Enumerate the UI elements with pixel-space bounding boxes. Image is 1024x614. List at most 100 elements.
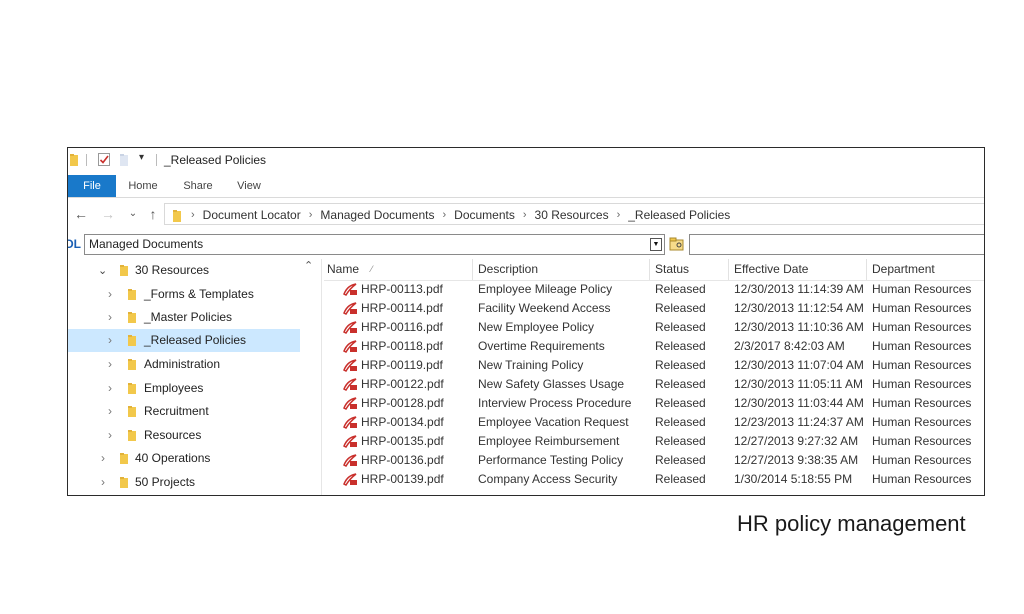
chevron-right-icon[interactable]: › <box>617 209 621 221</box>
search-input[interactable] <box>689 234 984 255</box>
table-row[interactable]: HRP-00128.pdf Interview Process Procedur… <box>324 394 984 413</box>
tab-share[interactable]: Share <box>178 175 218 197</box>
table-row[interactable]: HRP-00114.pdf Facility Weekend Access Re… <box>324 299 984 318</box>
table-row[interactable]: HRP-00135.pdf Employee Reimbursement Rel… <box>324 432 984 451</box>
tree-item-40-operations[interactable]: › 40 Operations <box>68 447 300 470</box>
cell-name: HRP-00113.pdf <box>361 282 443 296</box>
chevron-right-icon[interactable]: › <box>108 381 112 395</box>
navigation-pane-scrollbar[interactable]: ⌃ <box>301 259 319 495</box>
cell-description: New Employee Policy <box>478 320 595 334</box>
chevron-right-icon[interactable]: › <box>108 310 112 324</box>
pane-splitter[interactable] <box>321 259 322 495</box>
address-bar[interactable]: › Document Locator › Managed Documents ›… <box>164 203 984 225</box>
tree-item-administration[interactable]: › Administration <box>68 353 300 376</box>
breadcrumb-released-policies[interactable]: _Released Policies <box>628 208 730 222</box>
cell-department: Human Resources <box>872 301 972 315</box>
tree-item-recruitment[interactable]: › Recruitment <box>68 400 300 423</box>
tree-item-50-projects[interactable]: › 50 Projects <box>68 471 300 494</box>
cell-department: Human Resources <box>872 320 972 334</box>
forward-arrow-icon[interactable]: → <box>99 206 117 222</box>
chevron-right-icon[interactable]: › <box>108 428 112 442</box>
chevron-down-icon[interactable]: ⌄ <box>98 264 107 277</box>
tree-item-released-policies[interactable]: › _Released Policies <box>68 329 300 352</box>
tab-view[interactable]: View <box>232 175 266 197</box>
chevron-right-icon[interactable]: › <box>108 357 112 371</box>
cell-status: Released <box>655 472 706 486</box>
scroll-up-icon[interactable]: ⌃ <box>304 259 313 272</box>
tree-item-label: _Master Policies <box>144 310 233 324</box>
chevron-right-icon[interactable]: › <box>309 209 313 221</box>
cell-effective-date: 12/27/2013 9:27:32 AM <box>734 434 859 448</box>
folder-icon <box>128 406 136 417</box>
table-row[interactable]: HRP-00119.pdf New Training Policy Releas… <box>324 356 984 375</box>
column-header-name[interactable]: Name <box>327 262 359 276</box>
chevron-right-icon[interactable]: › <box>108 333 112 347</box>
tree-item-employees[interactable]: › Employees <box>68 377 300 400</box>
chevron-right-icon[interactable]: › <box>523 209 527 221</box>
tab-file[interactable]: File <box>68 175 116 197</box>
cell-status: Released <box>655 396 706 410</box>
chevron-right-icon[interactable]: › <box>191 209 195 221</box>
cell-department: Human Resources <box>872 282 972 296</box>
tree-item-master-policies[interactable]: › _Master Policies <box>68 306 300 329</box>
column-divider[interactable] <box>649 259 650 280</box>
table-row[interactable]: HRP-00118.pdf Overtime Requirements Rele… <box>324 337 984 356</box>
column-header-description[interactable]: Description <box>478 262 538 276</box>
locator-toolbar: DL Managed Documents ▼ <box>68 233 984 257</box>
tree-item-forms-templates[interactable]: › _Forms & Templates <box>68 283 300 306</box>
chevron-right-icon[interactable]: › <box>108 287 112 301</box>
cell-status: Released <box>655 339 706 353</box>
recent-locations-chevron-icon[interactable]: ⌄ <box>124 206 142 222</box>
tree-item-resources[interactable]: › Resources <box>68 424 300 447</box>
cell-description: Company Access Security <box>478 472 618 486</box>
cell-effective-date: 12/23/2013 11:24:37 AM <box>734 415 864 429</box>
cell-status: Released <box>655 434 706 448</box>
table-row[interactable]: HRP-00136.pdf Performance Testing Policy… <box>324 451 984 470</box>
tab-home[interactable]: Home <box>124 175 162 197</box>
breadcrumb-documents[interactable]: Documents <box>454 208 515 222</box>
breadcrumb-document-locator[interactable]: Document Locator <box>203 208 301 222</box>
column-divider[interactable] <box>866 259 867 280</box>
dropdown-arrow-icon[interactable]: ▼ <box>650 238 662 251</box>
cell-effective-date: 12/30/2013 11:10:36 AM <box>734 320 864 334</box>
new-folder-icon[interactable] <box>120 153 130 167</box>
folder-icon <box>128 430 136 441</box>
chevron-right-icon[interactable]: › <box>101 475 105 489</box>
cell-name: HRP-00122.pdf <box>361 377 444 391</box>
tree-item-30-resources[interactable]: ⌄ 30 Resources <box>68 259 300 282</box>
image-caption: HR policy management <box>737 511 966 536</box>
breadcrumb-managed-documents[interactable]: Managed Documents <box>320 208 434 222</box>
chevron-right-icon[interactable]: › <box>101 451 105 465</box>
chevron-right-icon[interactable]: › <box>108 404 112 418</box>
repository-select[interactable]: Managed Documents ▼ <box>84 234 665 255</box>
table-row[interactable]: HRP-00113.pdf Employee Mileage Policy Re… <box>324 280 984 299</box>
pdf-file-icon <box>343 340 357 353</box>
table-row[interactable]: HRP-00116.pdf New Employee Policy Releas… <box>324 318 984 337</box>
folder-icon <box>70 154 78 166</box>
table-row[interactable]: HRP-00134.pdf Employee Vacation Request … <box>324 413 984 432</box>
column-divider[interactable] <box>472 259 473 280</box>
cell-description: New Safety Glasses Usage <box>478 377 625 391</box>
breadcrumb-30-resources[interactable]: 30 Resources <box>535 208 609 222</box>
up-arrow-icon[interactable]: ↑ <box>144 206 162 222</box>
column-divider[interactable] <box>728 259 729 280</box>
table-row[interactable]: HRP-00122.pdf New Safety Glasses Usage R… <box>324 375 984 394</box>
back-arrow-icon[interactable]: ← <box>72 206 90 222</box>
column-header-status[interactable]: Status <box>655 262 689 276</box>
pdf-file-icon <box>343 283 357 296</box>
browse-folder-icon[interactable] <box>669 236 685 252</box>
properties-icon[interactable] <box>98 153 111 167</box>
customize-toolbar-icon[interactable]: ▾ <box>139 152 144 163</box>
cell-effective-date: 12/30/2013 11:07:04 AM <box>734 358 864 372</box>
pdf-file-icon <box>343 359 357 372</box>
column-header-department[interactable]: Department <box>872 262 935 276</box>
cell-description: Employee Reimbursement <box>478 434 620 448</box>
cell-status: Released <box>655 453 706 467</box>
chevron-right-icon[interactable]: › <box>442 209 446 221</box>
table-row[interactable]: HRP-00139.pdf Company Access Security Re… <box>324 470 984 489</box>
navigation-bar: ← → ⌄ ↑ › Document Locator › Managed Doc… <box>68 200 984 228</box>
cell-name: HRP-00119.pdf <box>361 358 443 372</box>
folder-icon <box>128 383 136 394</box>
cell-effective-date: 12/27/2013 9:38:35 AM <box>734 453 859 467</box>
column-header-effective-date[interactable]: Effective Date <box>734 262 808 276</box>
